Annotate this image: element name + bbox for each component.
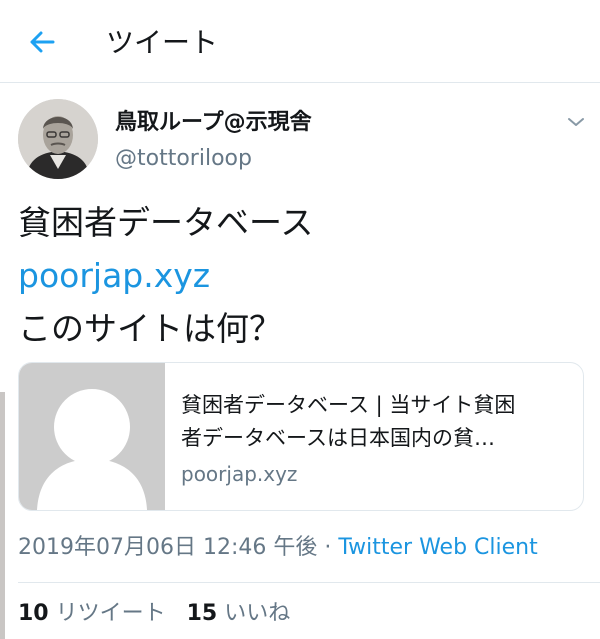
client-link[interactable]: Twitter Web Client [338,535,537,560]
tweet-meta: 2019年07月06日 12:46 午後 · Twitter Web Clien… [18,530,538,566]
person-placeholder-icon [37,389,147,510]
avatar-photo [18,99,98,179]
avatar[interactable] [18,99,98,179]
card-domain: poorjap.xyz [181,462,298,486]
like-label: いいね [224,601,291,626]
chevron-down-icon [568,118,584,126]
card-title-line: 者データベースは日本国内の貧… [181,426,495,450]
user-handle[interactable]: @tottoriloop [115,143,252,175]
card-title: 貧困者データベース | 当サイト貧困 者データベースは日本国内の貧… [181,389,571,455]
user-display-name[interactable]: 鳥取ループ@示現舎 [115,107,312,139]
meta-separator: · [317,535,339,560]
tweet-text: 貧困者データベース poorjap.xyz このサイトは何？ [18,196,588,355]
card-title-line: 貧困者データベース | 当サイト貧困 [181,393,516,417]
app-header: ツイート [0,0,600,83]
link-preview-card[interactable]: 貧困者データベース | 当サイト貧困 者データベースは日本国内の貧… poorj… [18,362,584,511]
tweet-text-line: このサイトは何？ [18,309,282,348]
like-count: 15 [186,601,218,626]
likes-stat[interactable]: 15 いいね [187,601,291,626]
page-title: ツイート [106,26,219,59]
retweet-count: 10 [18,601,49,626]
more-options-button[interactable] [562,108,590,136]
screen-edge [0,392,5,639]
divider [18,582,600,583]
tweet-text-line: 貧困者データベース [18,203,314,242]
retweet-label: リツイート [55,601,166,626]
tweet-link[interactable]: poorjap.xyz [18,249,588,302]
back-button[interactable] [22,24,62,60]
timestamp[interactable]: 2019年07月06日 12:46 午後 [18,535,317,560]
card-text: 貧困者データベース | 当サイト貧困 者データベースは日本国内の貧… poorj… [181,389,571,490]
arrow-left-icon [30,31,55,53]
tweet-stats: 10 リツイート 15 いいね [18,596,290,632]
retweets-stat[interactable]: 10 リツイート [18,601,166,626]
card-image-placeholder [19,363,165,510]
